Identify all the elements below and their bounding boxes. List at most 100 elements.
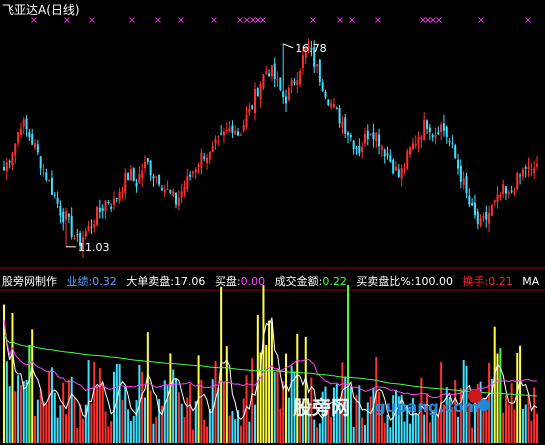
candle-body xyxy=(476,212,479,224)
volume-bar xyxy=(265,345,268,443)
candle-body xyxy=(496,194,499,202)
volume-bar xyxy=(19,385,22,443)
candle-body xyxy=(389,155,392,162)
candle-body xyxy=(431,134,434,138)
candle-body xyxy=(380,146,383,150)
candle-body xyxy=(403,167,406,169)
candle-body xyxy=(194,169,197,173)
candle-body xyxy=(301,55,304,69)
candle-body xyxy=(144,161,147,168)
volume-bar xyxy=(361,417,364,443)
volume-bar xyxy=(101,383,104,443)
candle-body xyxy=(386,153,389,156)
candle-body xyxy=(42,168,45,170)
candle-body xyxy=(428,127,431,132)
candle-body xyxy=(414,143,417,146)
candle-body xyxy=(259,83,262,100)
candle-body xyxy=(521,169,524,177)
candle-body xyxy=(239,134,242,136)
volume-bar xyxy=(132,415,135,443)
signal-marker: × xyxy=(210,15,218,26)
candle-body xyxy=(135,182,138,187)
volume-bar xyxy=(437,413,440,443)
volume-bar xyxy=(200,379,203,443)
volume-bar xyxy=(175,378,178,443)
volume-bar xyxy=(358,385,361,443)
candle-body xyxy=(107,202,110,204)
candle-body xyxy=(327,99,330,105)
indicator-item: 成交金额:0.22 xyxy=(274,275,347,288)
volume-bar xyxy=(183,417,186,443)
signal-marker: × xyxy=(88,15,96,26)
volume-bar xyxy=(206,426,209,443)
signal-marker: × xyxy=(177,15,185,26)
low-price-label: 11.03 xyxy=(78,241,110,254)
signal-marker: × xyxy=(435,15,443,26)
volume-bar xyxy=(180,403,183,443)
candle-body xyxy=(14,143,17,156)
candle-body xyxy=(36,144,39,153)
candle-body xyxy=(268,73,271,77)
candle-body xyxy=(335,107,338,109)
candle-body xyxy=(287,87,290,100)
candle-body xyxy=(527,166,530,169)
volume-bar xyxy=(316,427,319,443)
candle-body xyxy=(344,117,347,134)
volume-bar xyxy=(36,399,39,443)
candle-body xyxy=(217,135,220,137)
volume-bar xyxy=(98,368,101,443)
volume-bar xyxy=(276,368,279,443)
candle-body xyxy=(93,224,96,228)
candle-body xyxy=(332,103,335,107)
signal-marker: × xyxy=(524,15,532,26)
volume-bars xyxy=(3,285,538,443)
candle-body xyxy=(290,80,293,87)
candle-body xyxy=(101,208,104,211)
watermark-en: gupang.com xyxy=(375,398,480,416)
candle-body xyxy=(225,130,228,132)
candle-body xyxy=(462,178,465,186)
volume-bar xyxy=(383,422,386,443)
candle-body xyxy=(409,147,412,155)
candle-body xyxy=(56,197,59,204)
volume-bar xyxy=(502,412,505,443)
volume-bar xyxy=(8,386,11,443)
volume-bar xyxy=(59,405,62,443)
candle-body xyxy=(420,136,423,140)
signal-markers: × × × × × × × ××××× × × × × ×××× × × xyxy=(30,15,532,26)
candle-body xyxy=(530,169,533,171)
volume-bar xyxy=(17,375,20,443)
volume-bar xyxy=(152,423,155,443)
volume-bar xyxy=(107,426,110,443)
candle-body xyxy=(276,79,279,81)
candle-body xyxy=(59,205,62,216)
candle-body xyxy=(434,135,437,138)
candle-body xyxy=(166,188,169,190)
volume-bar xyxy=(414,412,417,443)
indicator-item: 换手:0.21 xyxy=(462,275,513,288)
candle-body xyxy=(349,134,352,138)
candle-body xyxy=(96,206,99,226)
volume-bar xyxy=(96,387,99,443)
volume-bar xyxy=(304,336,307,443)
ma-label: MA xyxy=(522,275,540,288)
candle-body xyxy=(493,200,496,203)
volume-bar xyxy=(141,371,144,443)
volume-bar xyxy=(144,397,147,443)
candle-body xyxy=(186,175,189,190)
volume-bar xyxy=(287,397,290,443)
volume-bar xyxy=(268,320,271,443)
candle-body xyxy=(129,169,132,181)
watermark-logo-icon xyxy=(478,399,490,411)
candle-body xyxy=(273,63,276,79)
volume-bar xyxy=(253,404,256,443)
volume-bar xyxy=(39,389,42,443)
candle-body xyxy=(397,169,400,177)
volume-bar xyxy=(366,402,369,443)
candle-body xyxy=(361,147,364,152)
candle-body xyxy=(28,132,31,138)
candle-body xyxy=(524,167,527,169)
volume-bar xyxy=(262,285,265,443)
volume-bar xyxy=(313,419,316,443)
candlestick-series xyxy=(3,38,538,258)
